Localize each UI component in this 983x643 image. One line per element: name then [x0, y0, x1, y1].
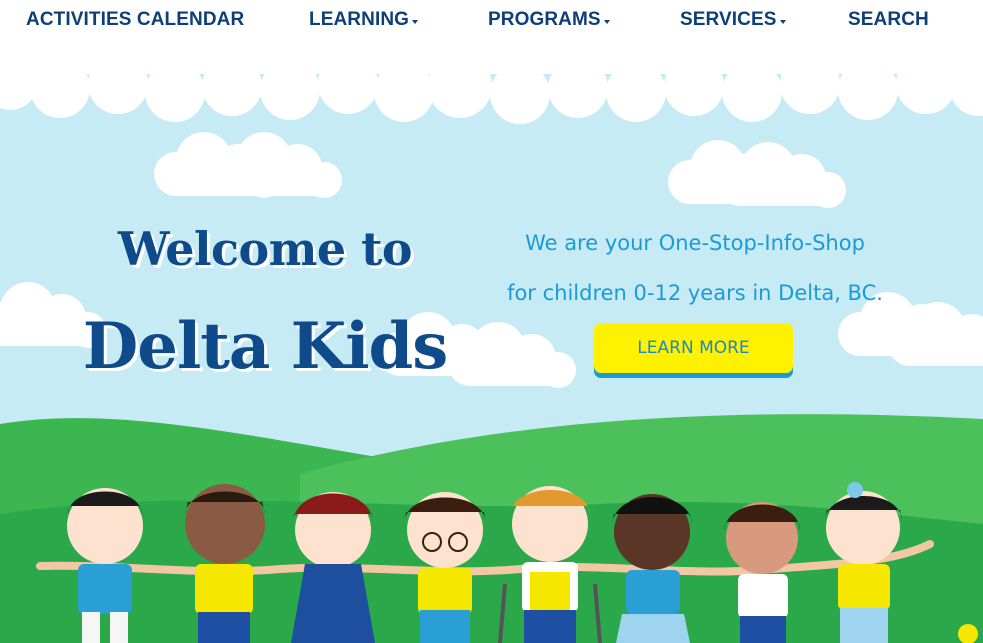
nav-learning-label: LEARNING — [309, 9, 410, 30]
caret-down-icon — [779, 19, 786, 24]
nav-activities-calendar-label: ACTIVITIES CALENDAR — [26, 9, 245, 30]
learn-more-button-label: LEARN MORE — [637, 338, 750, 358]
hero-brand-title: Delta Kids — [82, 309, 449, 384]
learn-more-button[interactable]: LEARN MORE — [594, 323, 793, 373]
hero-welcome-heading: Welcome to — [117, 222, 413, 276]
nav-programs-label: PROGRAMS — [488, 9, 601, 30]
caret-down-icon — [603, 19, 610, 24]
nav-activities-calendar[interactable]: ACTIVITIES CALENDAR — [26, 9, 244, 31]
hero-tagline-line1: We are your One-Stop-Info-Shop — [525, 231, 865, 255]
nav-programs[interactable]: PROGRAMS — [488, 9, 610, 31]
hero-tagline-line2: for children 0-12 years in Delta, BC. — [507, 281, 883, 305]
nav-services-label: SERVICES — [680, 9, 777, 30]
nav-search[interactable]: SEARCH — [848, 9, 929, 31]
nav-learning[interactable]: LEARNING — [309, 9, 419, 31]
nav-services[interactable]: SERVICES — [680, 9, 786, 31]
top-navigation: ACTIVITIES CALENDAR LEARNING PROGRAMS SE… — [0, 0, 983, 44]
nav-search-label: SEARCH — [848, 9, 929, 30]
caret-down-icon — [412, 19, 419, 24]
hero-banner: Welcome to Delta Kids We are your One-St… — [0, 44, 983, 643]
